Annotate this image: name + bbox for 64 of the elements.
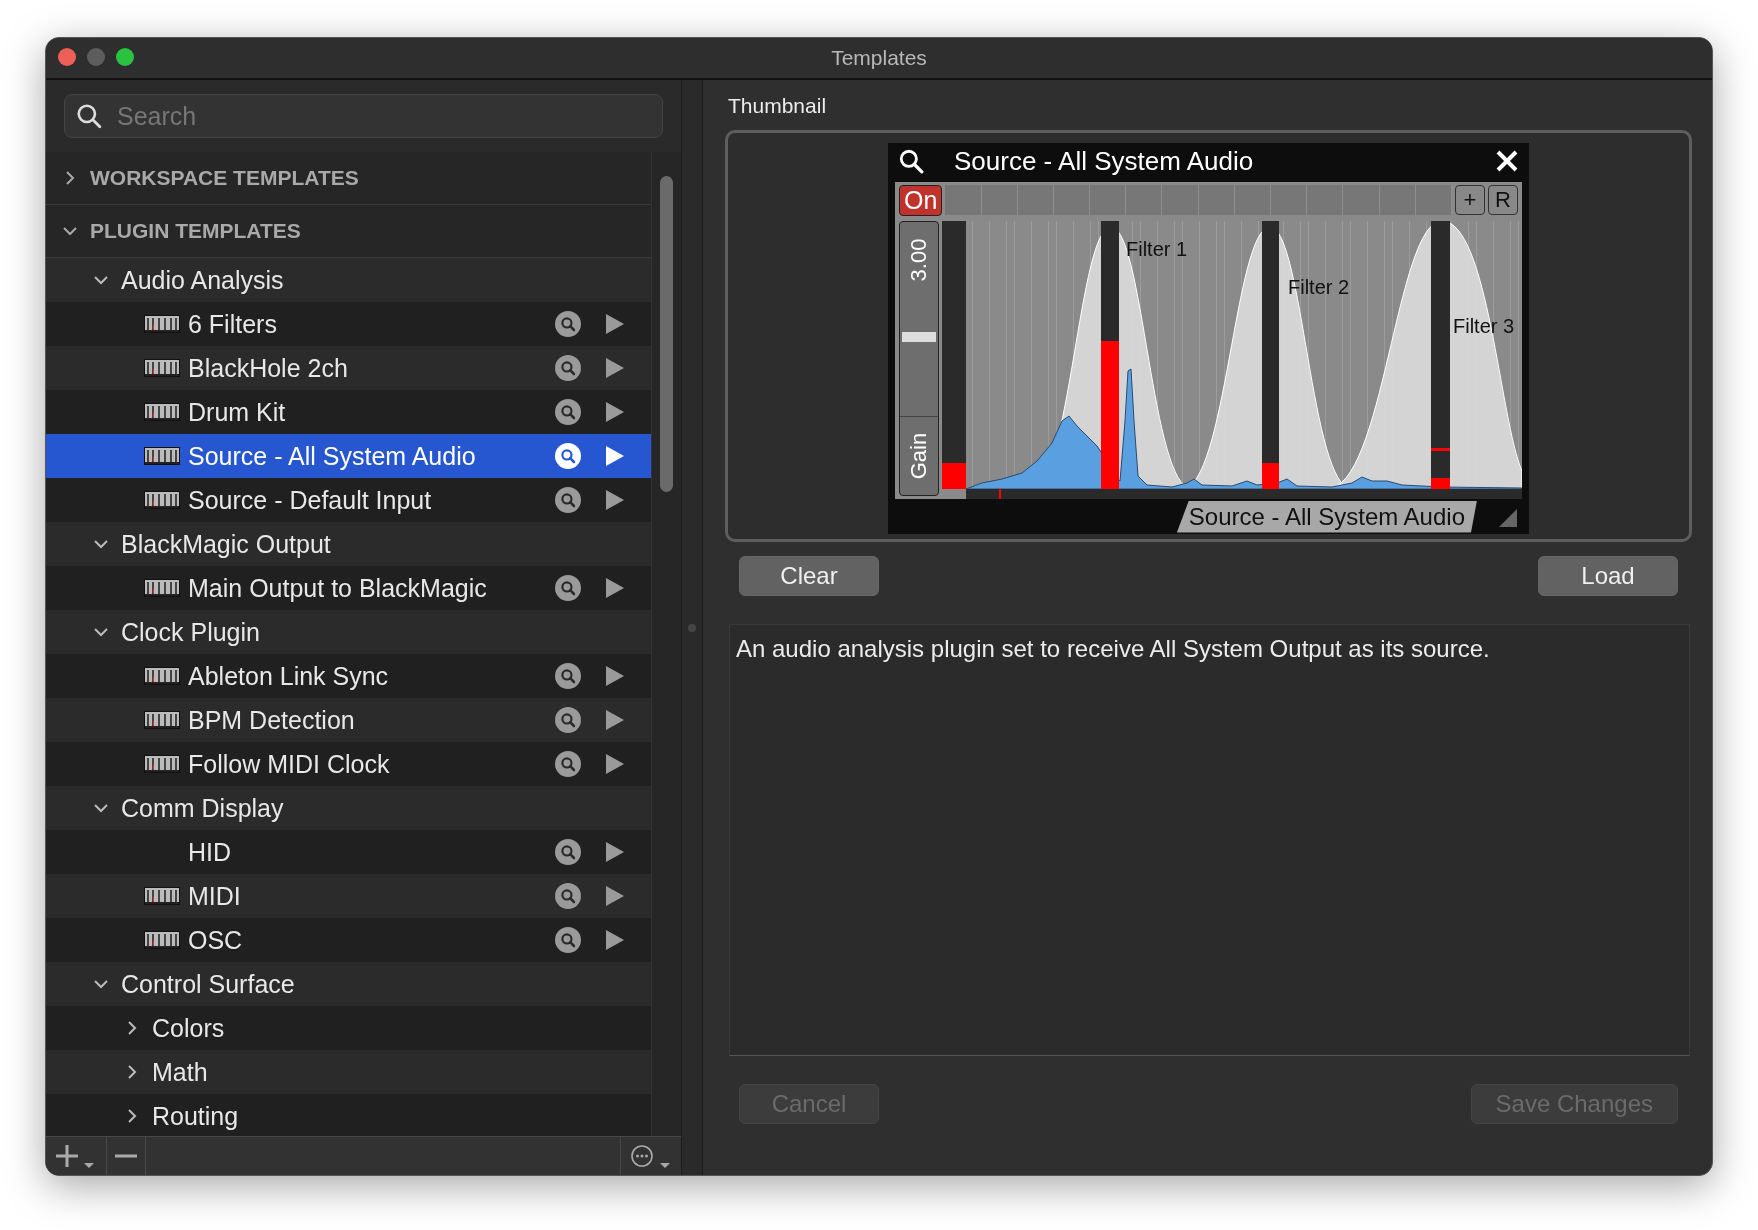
template-row[interactable]: Ableton Link Sync (46, 654, 651, 698)
preview-button[interactable] (555, 927, 581, 953)
gain-label: Gain (906, 432, 932, 480)
template-row[interactable]: Follow MIDI Clock (46, 742, 651, 786)
description-field[interactable]: An audio analysis plugin set to receive All System Output as its source. (729, 624, 1690, 1056)
close-icon (1495, 149, 1519, 173)
play-button[interactable] (605, 313, 625, 335)
template-row[interactable]: BPM Detection (46, 698, 651, 742)
folder-row[interactable]: Routing (46, 1094, 651, 1136)
scrollbar[interactable] (660, 176, 673, 492)
folder-row[interactable]: Colors (46, 1006, 651, 1050)
folder-row[interactable]: Comm Display (46, 786, 651, 830)
plugin-title: Source - All System Audio (954, 145, 1254, 177)
play-button[interactable] (605, 929, 625, 951)
preview-button[interactable] (555, 883, 581, 909)
template-row[interactable]: OSC (46, 918, 651, 962)
filter-label: Filter 1 (1126, 238, 1188, 260)
search-field[interactable]: Search (64, 94, 663, 138)
preview-button[interactable] (555, 663, 581, 689)
search-icon (898, 148, 924, 174)
preview-button[interactable] (555, 751, 581, 777)
folder-row[interactable]: Control Surface (46, 962, 651, 1006)
template-row[interactable]: Source - Default Input (46, 478, 651, 522)
play-button[interactable] (605, 489, 625, 511)
preview-button[interactable] (555, 839, 581, 865)
preview-button[interactable] (555, 443, 581, 469)
play-button[interactable] (605, 885, 625, 907)
play-button[interactable] (605, 357, 625, 379)
preview-button[interactable] (555, 707, 581, 733)
play-button[interactable] (605, 753, 625, 775)
template-row[interactable]: HID (46, 830, 651, 874)
template-row[interactable]: BlackHole 2ch (46, 346, 651, 390)
action-button[interactable]: Load (1538, 556, 1678, 596)
preview-button[interactable] (555, 575, 581, 601)
template-row[interactable]: 6 Filters (46, 302, 651, 346)
folder-row[interactable]: Math (46, 1050, 651, 1094)
zoom-window-button[interactable] (116, 48, 134, 66)
folder-row[interactable]: Clock Plugin (46, 610, 651, 654)
template-row[interactable]: Main Output to BlackMagic (46, 566, 651, 610)
preview-button[interactable] (555, 399, 581, 425)
play-button[interactable] (605, 401, 625, 423)
minus-icon (115, 1154, 137, 1158)
play-button[interactable] (605, 577, 625, 599)
description-text: An audio analysis plugin set to receive All System Output as its source. (736, 635, 1490, 662)
filter-label: Filter 3 (1453, 315, 1515, 337)
gain-value: 3.00 (906, 238, 932, 282)
template-row[interactable]: MIDI (46, 874, 651, 918)
preview-button[interactable] (555, 487, 581, 513)
thumbnail-label: Thumbnail (728, 94, 828, 118)
split-handle[interactable] (688, 623, 696, 632)
template-row[interactable]: Source - All System Audio (46, 434, 651, 478)
play-button[interactable] (605, 445, 625, 467)
template-row[interactable]: Drum Kit (46, 390, 651, 434)
close-window-button[interactable] (58, 48, 76, 66)
play-button[interactable] (605, 665, 625, 687)
play-button[interactable] (605, 709, 625, 731)
search-icon (76, 103, 102, 129)
action-button[interactable]: Clear (739, 556, 879, 596)
folder-row[interactable]: BlackMagic Output (46, 522, 651, 566)
window-title: Templates (831, 46, 927, 70)
folder-row[interactable]: Audio Analysis (46, 258, 651, 302)
preview-button[interactable] (555, 311, 581, 337)
play-button[interactable] (605, 841, 625, 863)
preview-button[interactable] (555, 355, 581, 381)
